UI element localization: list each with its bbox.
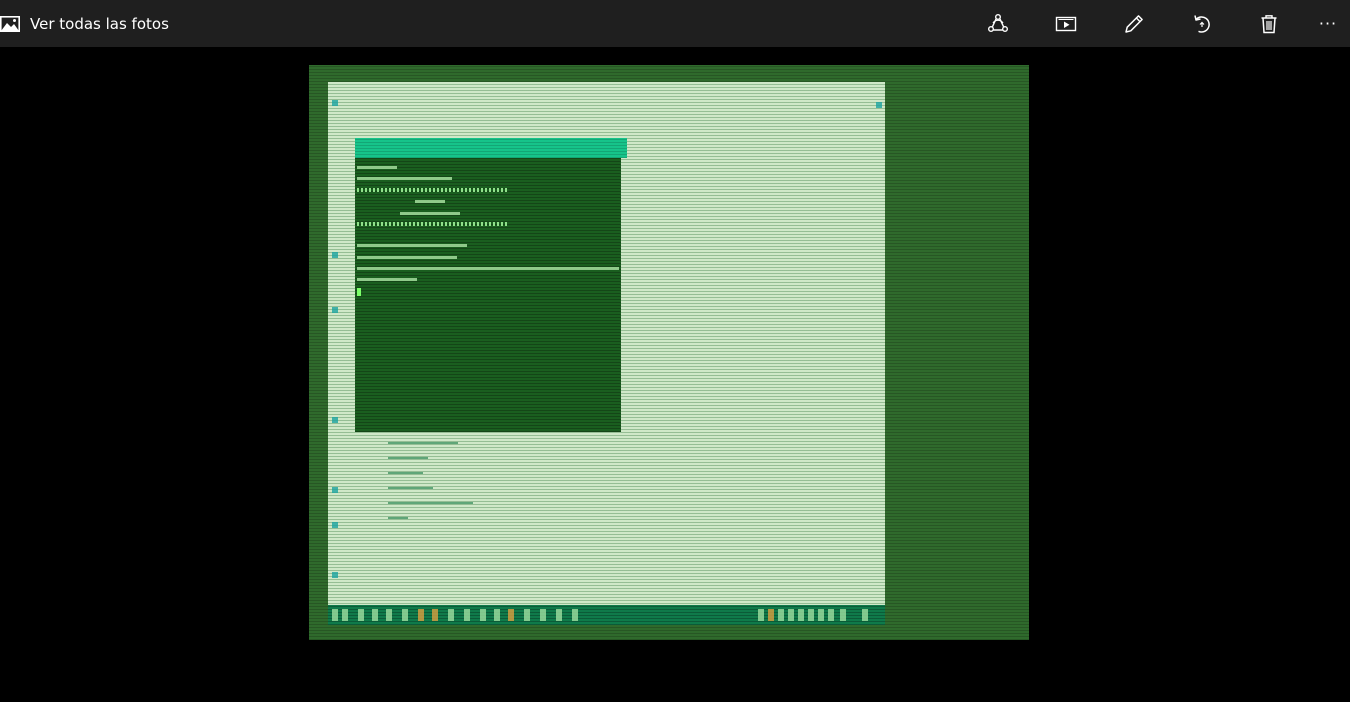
photo-desktop-icon	[876, 102, 882, 108]
photo-text-smudge	[400, 212, 460, 215]
photo-taskbar-glyph	[372, 609, 378, 621]
photo-taskbar-glyph	[524, 609, 530, 621]
photo-text-smudge	[357, 244, 467, 247]
photo-taskbar-glyph	[556, 609, 562, 621]
photo-taskbar-glyph	[572, 609, 578, 621]
photo-terminal-titlebar	[355, 138, 627, 158]
photos-icon	[0, 15, 20, 32]
slideshow-button[interactable]	[1043, 0, 1089, 47]
photo-taskbar-glyph	[494, 609, 500, 621]
photo-taskbar-glyph	[778, 609, 784, 621]
photo-desktop-icon	[332, 100, 338, 106]
photo-desktop-icon	[332, 417, 338, 423]
photo-text-smudge	[388, 472, 423, 474]
photo-text-smudge	[357, 166, 397, 169]
photo-taskbar-glyph	[508, 609, 514, 621]
photo-taskbar-glyph	[480, 609, 486, 621]
photo-desktop-icon	[332, 572, 338, 578]
photo-taskbar-glyph	[540, 609, 546, 621]
photo-taskbar-glyph	[464, 609, 470, 621]
photo-text-smudge	[388, 457, 428, 459]
photo-text-smudge	[357, 177, 452, 180]
photo-taskbar-glyph	[332, 609, 338, 621]
top-toolbar: Ver todas las fotos ···	[0, 0, 1350, 47]
share-button[interactable]	[975, 0, 1021, 47]
photo-desktop-icon	[332, 252, 338, 258]
more-icon: ···	[1318, 14, 1338, 33]
photo-text-smudge	[415, 200, 445, 203]
photo-cursor	[357, 288, 361, 296]
photo-text-smudge	[357, 267, 619, 270]
photo-text-smudge	[357, 222, 507, 226]
photo-taskbar	[328, 605, 885, 625]
photo-desktop-icon	[332, 307, 338, 313]
see-all-photos-button[interactable]: Ver todas las fotos	[0, 0, 169, 47]
photo-viewer-window: Ver todas las fotos ···	[0, 0, 1350, 702]
photo-text-smudge	[357, 278, 417, 281]
photo-desktop-icon	[332, 487, 338, 493]
photo-screen-area	[328, 82, 885, 625]
rotate-button[interactable]	[1179, 0, 1225, 47]
photo-text-smudge	[357, 256, 457, 259]
photo-text-smudge	[388, 442, 458, 444]
photo-taskbar-glyph	[828, 609, 834, 621]
displayed-photo	[309, 65, 1029, 640]
see-all-photos-label: Ver todas las fotos	[30, 14, 169, 33]
photo-taskbar-glyph	[798, 609, 804, 621]
slideshow-icon	[1055, 16, 1077, 31]
photo-taskbar-glyph	[432, 609, 438, 621]
photo-taskbar-glyph	[818, 609, 824, 621]
pencil-icon	[1125, 14, 1143, 33]
photo-taskbar-glyph	[342, 609, 348, 621]
photo-terminal-window	[355, 138, 621, 432]
photo-text-smudge	[357, 188, 507, 192]
delete-button[interactable]	[1246, 0, 1292, 47]
photo-taskbar-glyph	[788, 609, 794, 621]
photo-taskbar-glyph	[386, 609, 392, 621]
photo-taskbar-glyph	[808, 609, 814, 621]
photo-taskbar-glyph	[402, 609, 408, 621]
photo-taskbar-glyph	[758, 609, 764, 621]
photo-text-smudge	[388, 502, 473, 504]
photo-taskbar-glyph	[862, 609, 868, 621]
photo-taskbar-glyph	[448, 609, 454, 621]
photo-desktop-icon	[332, 522, 338, 528]
photo-taskbar-glyph	[358, 609, 364, 621]
share-icon	[988, 13, 1008, 32]
rotate-icon	[1194, 14, 1210, 33]
photo-text-smudge	[388, 487, 433, 489]
trash-icon	[1261, 14, 1277, 33]
edit-button[interactable]	[1111, 0, 1157, 47]
photo-text-smudge	[388, 517, 408, 519]
more-options-button[interactable]: ···	[1305, 0, 1350, 47]
photo-taskbar-glyph	[840, 609, 846, 621]
photo-taskbar-glyph	[768, 609, 774, 621]
photo-taskbar-glyph	[418, 609, 424, 621]
